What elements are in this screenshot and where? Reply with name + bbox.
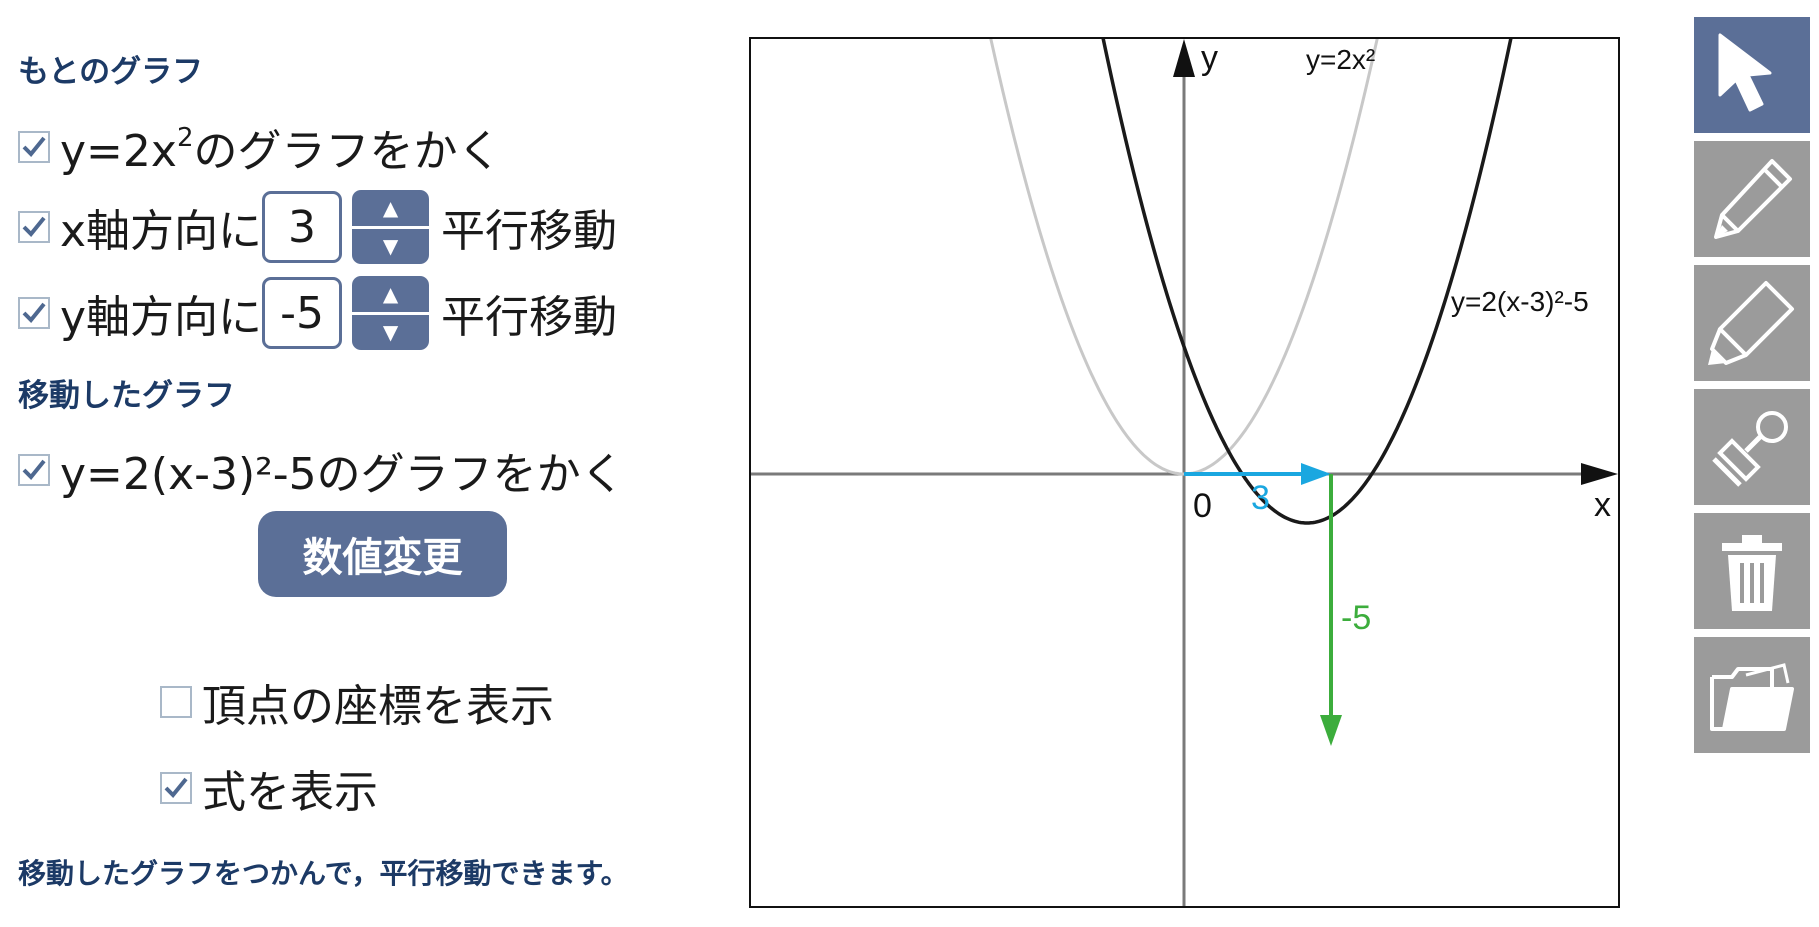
moved-formula-label: y=2(x-3)²-5 [1451,286,1589,317]
drag-hint: 移動したグラフをつかんで，平行移動できます。 [18,857,629,890]
shift-x-suffix: 平行移動 [441,206,618,257]
shift-y-value-label: -5 [1341,599,1371,637]
shift-x-checkbox[interactable] [18,211,50,243]
marker-tool-button[interactable] [1694,265,1810,381]
shift-x-row: x軸方向に 3 ▲ ▼ 平行移動 [18,190,617,264]
check-icon [22,216,46,237]
shift-y-label: y軸方向に [60,292,263,343]
original-graph-heading: もとのグラフ [18,54,204,90]
folder-icon [1710,663,1794,731]
pointer-tool-button[interactable] [1694,17,1810,133]
pencil-icon [1714,159,1792,239]
formula-option-row[interactable]: 式を表示 [160,756,378,820]
check-icon [22,302,46,323]
check-icon [22,459,46,480]
tool-palette [1694,17,1810,761]
y-axis-arrow [1173,39,1195,77]
formula-label: 式を表示 [202,767,378,818]
shift-x-label: x軸方向に [60,206,263,257]
vertex-option-row[interactable]: 頂点の座標を表示 [160,670,554,734]
pointer-icon [1718,33,1772,112]
draw-original-label: y=2x2のグラフをかく [60,123,502,177]
check-icon [22,136,46,157]
shift-y-checkbox[interactable] [18,297,50,329]
x-shift-arrowhead [1301,463,1331,485]
draw-moved-checkbox[interactable] [18,454,50,486]
trash-icon [1722,535,1782,611]
shift-x-down-button[interactable]: ▼ [352,229,429,265]
origin-label: 0 [1193,487,1212,525]
pencil-tool-button[interactable] [1694,141,1810,257]
delete-tool-button[interactable] [1694,513,1810,629]
x-axis-arrow [1581,463,1618,485]
apply-values-button[interactable]: 数値変更 [258,511,507,597]
open-file-tool-button[interactable] [1694,637,1810,753]
y-axis-label: y [1201,39,1218,77]
shift-y-up-button[interactable]: ▲ [352,276,429,312]
marker-icon [1708,281,1794,365]
shift-x-up-button[interactable]: ▲ [352,190,429,226]
shift-y-suffix: 平行移動 [441,292,618,343]
stamp-icon [1712,411,1788,487]
draw-original-row[interactable]: y=2x2のグラフをかく [18,115,502,179]
shift-y-stepper[interactable]: ▲ ▼ [352,276,430,351]
check-icon [164,777,188,798]
shift-y-input[interactable]: -5 [262,277,343,349]
moved-parabola[interactable] [1097,39,1517,525]
shift-y-row: y軸方向に -5 ▲ ▼ 平行移動 [18,276,617,350]
formula-checkbox[interactable] [160,772,192,804]
moved-graph-heading: 移動したグラフ [18,378,235,414]
shift-y-down-button[interactable]: ▼ [352,315,429,351]
x-axis-label: x [1594,486,1611,524]
y-shift-arrowhead [1320,715,1342,746]
vertex-label: 頂点の座標を表示 [202,681,554,732]
vertex-checkbox[interactable] [160,686,192,718]
stamp-tool-button[interactable] [1694,389,1810,505]
draw-moved-label: y=2(x-3)²-5のグラフをかく [60,449,625,500]
draw-moved-row[interactable]: y=2(x-3)²-5のグラフをかく [18,438,625,502]
shift-x-value-label: 3 [1251,479,1270,517]
graph-canvas[interactable]: x y 0 3 -5 y=2x² y=2(x-3)²-5 [751,39,1618,906]
draw-original-checkbox[interactable] [18,131,50,163]
shift-x-stepper[interactable]: ▲ ▼ [352,190,430,265]
original-formula-label: y=2x² [1306,44,1375,75]
shift-x-input[interactable]: 3 [262,191,343,263]
graph-area[interactable]: x y 0 3 -5 y=2x² y=2(x-3)²-5 [749,37,1620,908]
